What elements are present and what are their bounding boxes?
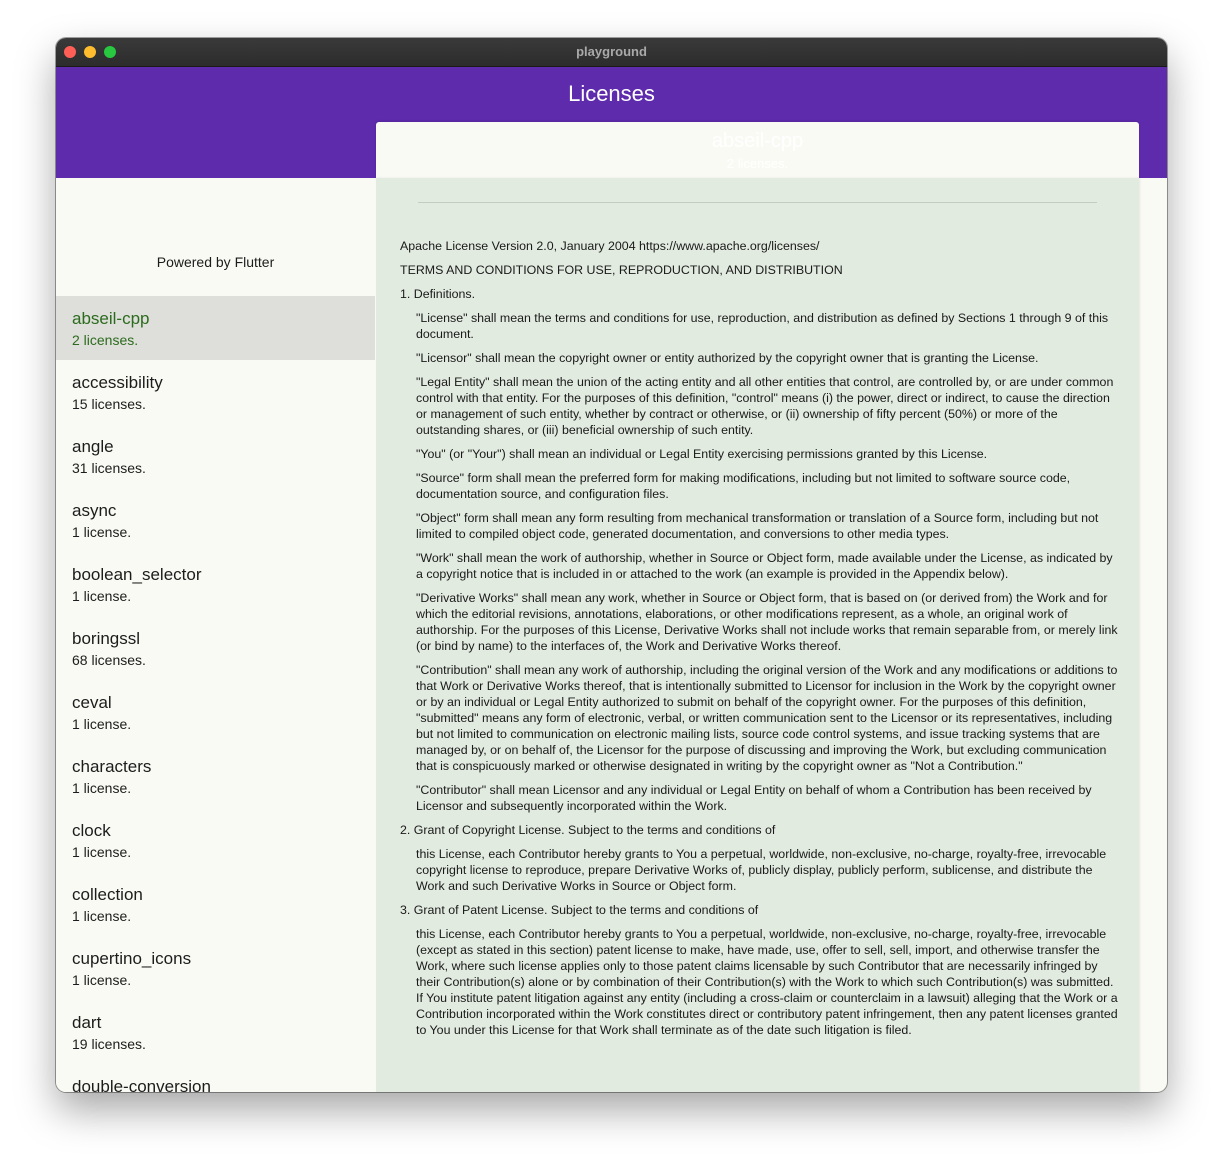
package-name: abseil-cpp bbox=[72, 309, 150, 328]
package-license-count: 1 license. bbox=[72, 716, 132, 732]
license-paragraph: 1. Definitions. bbox=[400, 287, 476, 301]
package-license-count: 31 licenses. bbox=[72, 460, 146, 476]
package-list[interactable]: abseil-cpp 2 licenses. accessibility 15 lic… bbox=[56, 296, 375, 1092]
license-text: Apache License Version 2.0, January 2004… bbox=[400, 238, 1118, 1046]
package-license-count: 1 license. bbox=[72, 588, 132, 604]
package-license-count: 1 license. bbox=[72, 844, 132, 860]
package-name: async bbox=[72, 501, 117, 520]
package-name: characters bbox=[72, 757, 152, 776]
package-name: double-conversion bbox=[72, 1077, 211, 1092]
license-paragraph: "Contribution" shall mean any work of au… bbox=[416, 663, 1118, 773]
license-paragraph: "You" (or "Your") shall mean an individu… bbox=[416, 447, 988, 461]
license-paragraph: "License" shall mean the terms and condi… bbox=[416, 311, 1109, 341]
powered-by-label: Powered by Flutter bbox=[156, 254, 275, 270]
license-paragraph: "Contributor" shall mean Licensor and an… bbox=[416, 783, 1092, 813]
package-item-ceval[interactable]: ceval 1 license. bbox=[56, 680, 375, 744]
license-paragraph: "Source" form shall mean the preferred f… bbox=[416, 471, 1071, 501]
package-license-count: 19 licenses. bbox=[72, 1036, 146, 1052]
license-paragraph: this License, each Contributor hereby gr… bbox=[416, 847, 1107, 893]
package-item-clock[interactable]: clock 1 license. bbox=[56, 808, 375, 872]
license-paragraph: "Object" form shall mean any form result… bbox=[416, 511, 1099, 541]
window-titlebar[interactable]: playground bbox=[56, 38, 1167, 67]
package-license-count: 1 license. bbox=[72, 972, 132, 988]
package-license-count: 1 license. bbox=[72, 908, 132, 924]
app-window: playground Licenses Powered by Flutter a… bbox=[56, 38, 1167, 1092]
package-name: boolean_selector bbox=[72, 565, 202, 584]
package-name: boringssl bbox=[72, 629, 141, 648]
license-paragraph: 2. Grant of Copyright License. Subject t… bbox=[400, 823, 776, 837]
license-paragraph: "Legal Entity" shall mean the union of t… bbox=[416, 375, 1114, 437]
package-name: accessibility bbox=[72, 373, 163, 392]
license-detail-pane[interactable]: Apache License Version 2.0, January 2004… bbox=[376, 178, 1139, 1092]
license-paragraph: "Work" shall mean the work of authorship… bbox=[416, 551, 1113, 581]
page-title: Licenses bbox=[568, 81, 655, 106]
detail-header: abseil-cpp 2 licenses. bbox=[376, 122, 1139, 178]
detail-license-count: 2 licenses. bbox=[726, 156, 789, 171]
package-item-characters[interactable]: characters 1 license. bbox=[56, 744, 375, 808]
package-item-boringssl[interactable]: boringssl 68 licenses. bbox=[56, 616, 375, 680]
package-license-count: 2 licenses. bbox=[72, 332, 139, 348]
license-paragraph: this License, each Contributor hereby gr… bbox=[416, 927, 1118, 1037]
package-item-abseil-cpp[interactable]: abseil-cpp 2 licenses. bbox=[56, 296, 375, 360]
package-name: clock bbox=[72, 821, 111, 840]
package-license-count: 1 license. bbox=[72, 524, 132, 540]
package-item-angle[interactable]: angle 31 licenses. bbox=[56, 424, 375, 488]
license-paragraph: "Derivative Works" shall mean any work, … bbox=[416, 591, 1118, 653]
detail-package-name: abseil-cpp bbox=[711, 130, 804, 152]
license-paragraph: Apache License Version 2.0, January 2004… bbox=[400, 239, 820, 253]
package-item-cupertino_icons[interactable]: cupertino_icons 1 license. bbox=[56, 936, 375, 1000]
package-name: ceval bbox=[72, 693, 112, 712]
license-paragraph: 3. Grant of Patent License. Subject to t… bbox=[400, 903, 759, 917]
package-sidebar: Powered by Flutter abseil-cpp 2 licenses.… bbox=[56, 178, 375, 1092]
window-title: playground bbox=[576, 44, 647, 59]
package-item-accessibility[interactable]: accessibility 15 licenses. bbox=[56, 360, 375, 424]
package-license-count: 15 licenses. bbox=[72, 396, 146, 412]
package-license-count: 68 licenses. bbox=[72, 652, 146, 668]
license-paragraph: "Licensor" shall mean the copyright owne… bbox=[416, 351, 1039, 365]
package-name: dart bbox=[72, 1013, 102, 1032]
package-license-count: 1 license. bbox=[72, 780, 132, 796]
package-item-async[interactable]: async 1 license. bbox=[56, 488, 375, 552]
license-paragraph: TERMS AND CONDITIONS FOR USE, REPRODUCTI… bbox=[400, 263, 843, 277]
package-item-collection[interactable]: collection 1 license. bbox=[56, 872, 375, 936]
package-item-double-conversion[interactable]: double-conversion bbox=[56, 1064, 375, 1092]
package-item-boolean_selector[interactable]: boolean_selector 1 license. bbox=[56, 552, 375, 616]
package-name: angle bbox=[72, 437, 114, 456]
package-name: cupertino_icons bbox=[72, 949, 192, 968]
package-item-dart[interactable]: dart 19 licenses. bbox=[56, 1000, 375, 1064]
divider bbox=[418, 202, 1097, 203]
package-name: collection bbox=[72, 885, 143, 904]
